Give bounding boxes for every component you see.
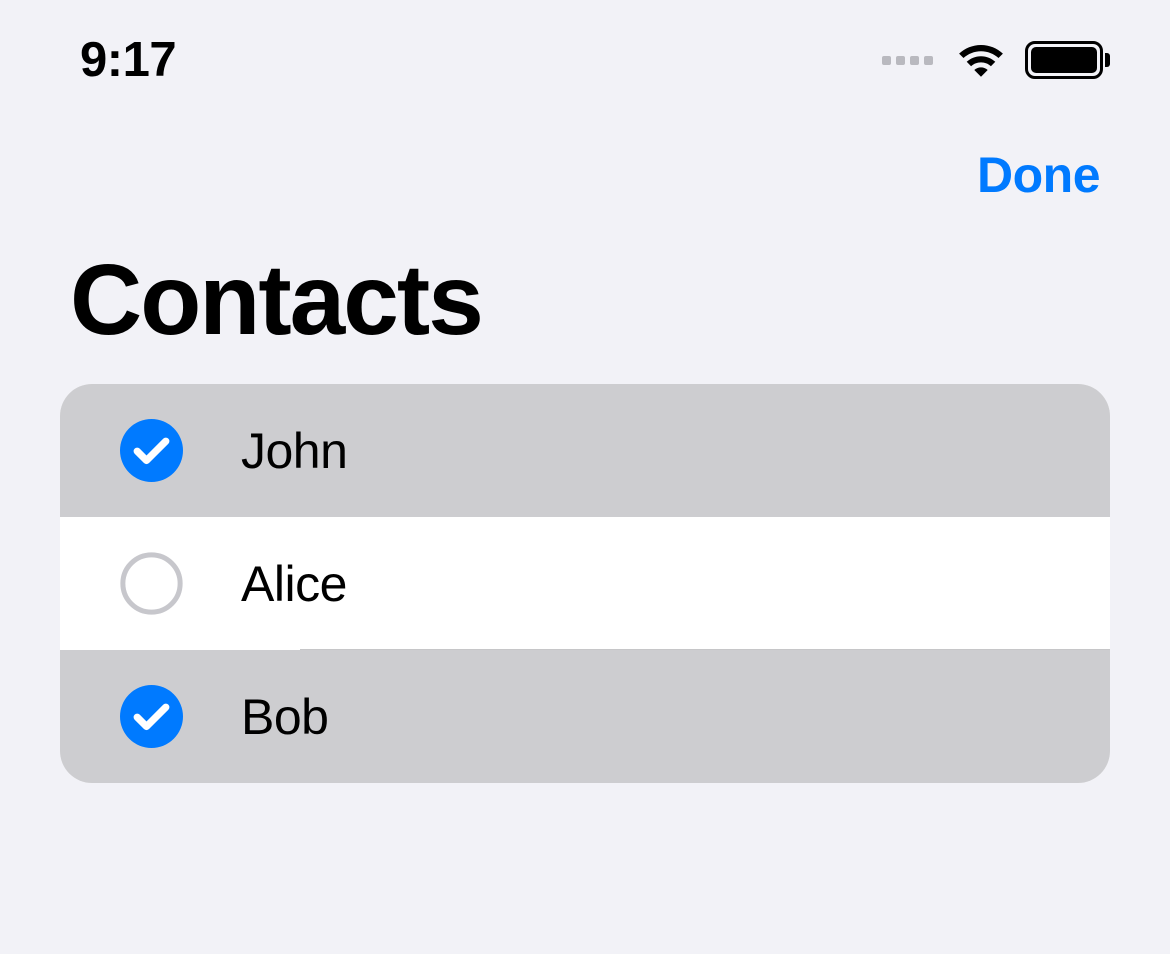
status-bar: 9:17 (0, 0, 1170, 120)
checkmark-circle-fill-icon (120, 685, 183, 748)
page-dots-icon (882, 56, 933, 65)
list-item[interactable]: Alice (60, 517, 1110, 650)
status-right (882, 41, 1110, 79)
nav-bar: Done (0, 120, 1170, 230)
contact-name: Bob (241, 688, 328, 746)
done-button[interactable]: Done (977, 146, 1100, 204)
list-item[interactable]: John (60, 384, 1110, 517)
list-item[interactable]: Bob (60, 650, 1110, 783)
contact-name: John (241, 422, 347, 480)
contact-name: Alice (241, 555, 347, 613)
large-title: Contacts (0, 230, 1170, 384)
wifi-icon (955, 41, 1007, 79)
contacts-list: John Alice Bob (60, 384, 1110, 783)
battery-icon (1025, 41, 1110, 79)
checkmark-circle-fill-icon (120, 419, 183, 482)
circle-icon (120, 552, 183, 615)
page-title: Contacts (70, 250, 1100, 350)
status-time: 9:17 (80, 32, 176, 88)
